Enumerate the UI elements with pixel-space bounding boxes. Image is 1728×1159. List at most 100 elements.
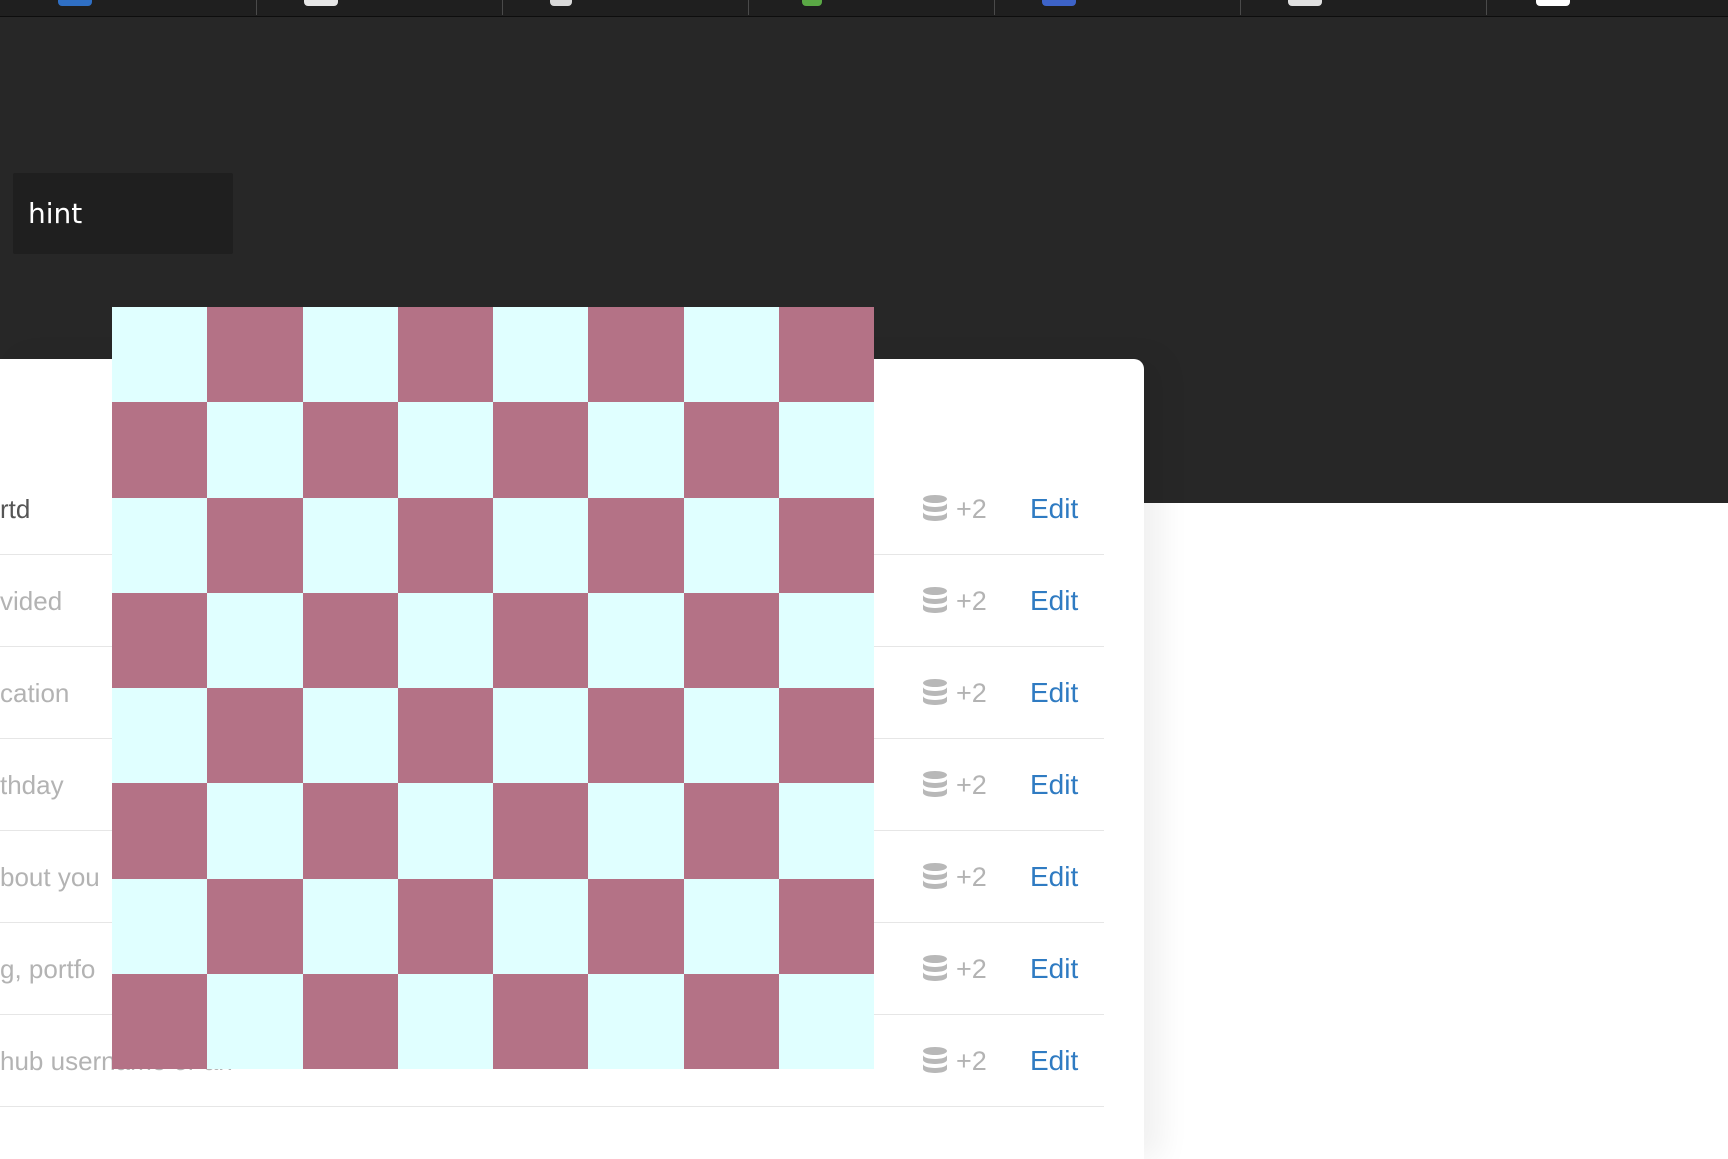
checker-square: [397, 688, 493, 784]
row-count: +2: [956, 1046, 987, 1076]
checker-square: [112, 497, 208, 593]
checker-square: [397, 783, 493, 879]
checker-square: [112, 592, 208, 688]
checker-square: [112, 973, 208, 1069]
checker-square: [112, 307, 208, 403]
checker-square: [112, 402, 208, 498]
checker-square: [588, 783, 684, 879]
hint-tooltip: hint: [13, 173, 233, 254]
tab-divider: [748, 0, 749, 15]
checker-square: [588, 307, 684, 403]
tab-favicon-icon[interactable]: [1288, 0, 1322, 6]
checker-square: [778, 878, 874, 974]
edit-link[interactable]: Edit: [1030, 555, 1078, 647]
checker-square: [493, 592, 589, 688]
checker-square: [493, 497, 589, 593]
edit-link[interactable]: Edit: [1030, 923, 1078, 1015]
checker-square: [302, 402, 398, 498]
checker-square: [493, 783, 589, 879]
checker-square: [397, 973, 493, 1069]
row-count: +2: [956, 494, 987, 524]
checker-square: [778, 402, 874, 498]
checkerboard-overlay: [112, 307, 874, 1069]
browser-tab-strip: [0, 0, 1728, 17]
edit-link[interactable]: Edit: [1030, 647, 1078, 739]
edit-link[interactable]: Edit: [1030, 739, 1078, 831]
database-icon: [922, 1047, 948, 1077]
checker-square: [207, 783, 303, 879]
checker-square: [112, 688, 208, 784]
database-icon: [922, 587, 948, 617]
checker-square: [683, 688, 779, 784]
checker-square: [207, 878, 303, 974]
database-icon: [922, 679, 948, 709]
tab-divider: [256, 0, 257, 15]
checker-square: [302, 878, 398, 974]
checker-square: [493, 973, 589, 1069]
tab-divider: [1486, 0, 1487, 15]
checker-square: [778, 688, 874, 784]
checker-square: [778, 592, 874, 688]
database-icon: [922, 955, 948, 985]
checker-square: [588, 973, 684, 1069]
tab-favicon-icon[interactable]: [1536, 0, 1570, 6]
checker-square: [397, 307, 493, 403]
row-count: +2: [956, 586, 987, 616]
checker-square: [302, 783, 398, 879]
checker-square: [493, 307, 589, 403]
checker-square: [493, 688, 589, 784]
tab-favicon-icon[interactable]: [304, 0, 338, 6]
checker-square: [683, 973, 779, 1069]
database-icon: [922, 863, 948, 893]
edit-link[interactable]: Edit: [1030, 1015, 1078, 1107]
checker-square: [683, 783, 779, 879]
checker-square: [207, 307, 303, 403]
checker-square: [302, 973, 398, 1069]
checker-square: [683, 307, 779, 403]
checker-square: [207, 973, 303, 1069]
tab-favicon-icon[interactable]: [58, 0, 92, 6]
checker-square: [207, 688, 303, 784]
checker-square: [588, 688, 684, 784]
checker-square: [207, 402, 303, 498]
checker-square: [302, 592, 398, 688]
checker-square: [207, 592, 303, 688]
edit-link[interactable]: Edit: [1030, 831, 1078, 923]
tab-divider: [502, 0, 503, 15]
tab-favicon-icon[interactable]: [802, 0, 822, 6]
tab-favicon-icon[interactable]: [1042, 0, 1076, 6]
checker-square: [588, 402, 684, 498]
row-count: +2: [956, 770, 987, 800]
row-count: +2: [956, 678, 987, 708]
checker-square: [207, 497, 303, 593]
checker-square: [302, 688, 398, 784]
checker-square: [397, 878, 493, 974]
checker-square: [493, 878, 589, 974]
database-icon: [922, 495, 948, 525]
checker-square: [683, 497, 779, 593]
checker-square: [302, 497, 398, 593]
checker-square: [778, 497, 874, 593]
edit-link[interactable]: Edit: [1030, 463, 1078, 555]
database-icon: [922, 771, 948, 801]
checker-square: [397, 497, 493, 593]
tab-divider: [1240, 0, 1241, 15]
checker-square: [302, 307, 398, 403]
checker-square: [683, 592, 779, 688]
checker-square: [112, 878, 208, 974]
checker-square: [778, 783, 874, 879]
tab-favicon-icon[interactable]: [550, 0, 572, 6]
checker-square: [588, 497, 684, 593]
row-count: +2: [956, 954, 987, 984]
checker-square: [778, 307, 874, 403]
checker-square: [683, 878, 779, 974]
checker-square: [683, 402, 779, 498]
checker-square: [588, 878, 684, 974]
checker-square: [588, 592, 684, 688]
tab-divider: [994, 0, 995, 15]
checker-square: [778, 973, 874, 1069]
checker-square: [397, 592, 493, 688]
checker-square: [397, 402, 493, 498]
checker-square: [493, 402, 589, 498]
checker-square: [112, 783, 208, 879]
